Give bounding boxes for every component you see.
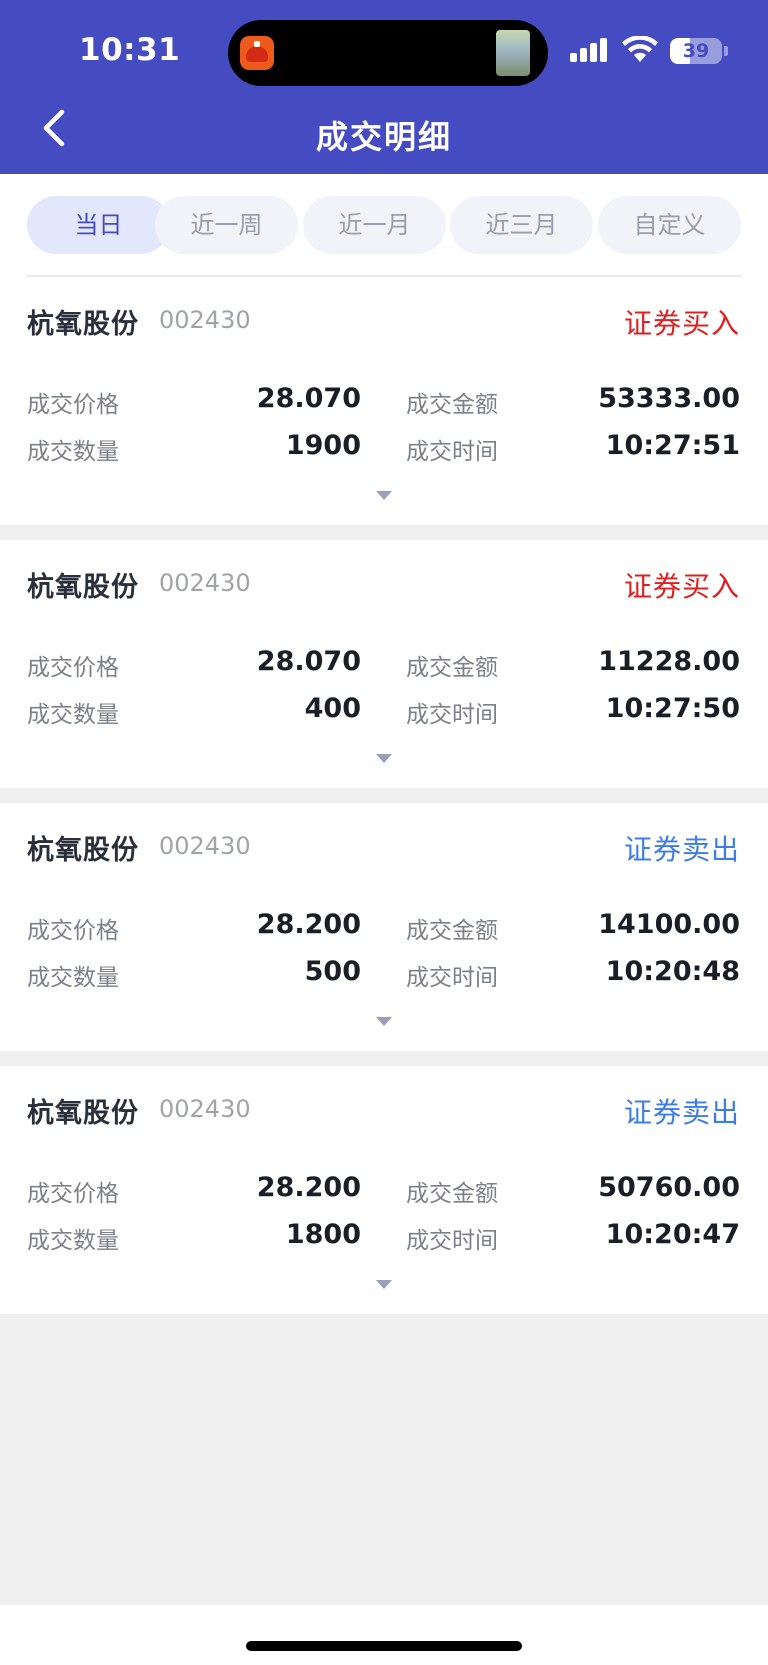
expand-arrow-icon[interactable] <box>376 491 392 500</box>
price-value: 28.200 <box>256 909 361 940</box>
time-label: 成交时间 <box>406 1228 498 1254</box>
price-label: 成交价格 <box>27 1181 119 1207</box>
expand-arrow-icon[interactable] <box>376 754 392 763</box>
time-label: 成交时间 <box>406 965 498 991</box>
home-indicator[interactable] <box>246 1641 522 1651</box>
trade-list: 杭氧股份 002430 证券买入 成交价格 28.070 成交数量 1900 成… <box>0 277 768 1329</box>
quantity-label: 成交数量 <box>27 1228 119 1254</box>
quantity-value: 1800 <box>285 1219 361 1250</box>
stock-name: 杭氧股份 <box>27 572 139 603</box>
quantity-label: 成交数量 <box>27 702 119 728</box>
dynamic-island <box>228 20 548 86</box>
tab-month[interactable]: 近一月 <box>303 196 446 254</box>
amount-label: 成交金额 <box>406 1181 498 1207</box>
price-value: 28.070 <box>256 646 361 677</box>
amount-value: 50760.00 <box>598 1172 740 1203</box>
stock-code: 002430 <box>159 306 251 334</box>
price-value: 28.070 <box>256 383 361 414</box>
app-header: 10:31 39 成交明细 <box>0 0 768 174</box>
expand-arrow-icon[interactable] <box>376 1280 392 1289</box>
trade-card[interactable]: 杭氧股份 002430 证券卖出 成交价格 28.200 成交数量 500 成交… <box>0 803 768 1051</box>
price-label: 成交价格 <box>27 655 119 681</box>
expand-arrow-icon[interactable] <box>376 1017 392 1026</box>
battery-icon: 39 <box>670 38 722 64</box>
price-label: 成交价格 <box>27 918 119 944</box>
quantity-value: 500 <box>304 956 361 987</box>
time-value: 10:20:47 <box>605 1219 740 1250</box>
wifi-icon <box>622 36 658 62</box>
battery-level: 39 <box>682 40 710 62</box>
battery-tip <box>724 46 728 56</box>
stock-code: 002430 <box>159 569 251 597</box>
quantity-label: 成交数量 <box>27 439 119 465</box>
trade-type: 证券卖出 <box>623 833 740 866</box>
status-time: 10:31 <box>79 32 181 68</box>
time-label: 成交时间 <box>406 702 498 728</box>
trade-card[interactable]: 杭氧股份 002430 证券买入 成交价格 28.070 成交数量 1900 成… <box>0 277 768 525</box>
stock-name: 杭氧股份 <box>27 309 139 340</box>
media-thumbnail[interactable] <box>496 30 530 76</box>
trade-type: 证券买入 <box>623 307 740 340</box>
stock-name: 杭氧股份 <box>27 1098 139 1129</box>
quantity-value: 1900 <box>285 430 361 461</box>
price-label: 成交价格 <box>27 392 119 418</box>
cellular-signal-icon <box>570 38 610 62</box>
page-title: 成交明细 <box>315 118 452 156</box>
tomato-shape <box>246 46 268 62</box>
amount-value: 11228.00 <box>598 646 740 677</box>
app-icon[interactable] <box>240 36 274 70</box>
tab-week[interactable]: 近一周 <box>155 196 298 254</box>
stock-name: 杭氧股份 <box>27 835 139 866</box>
amount-label: 成交金额 <box>406 655 498 681</box>
bottom-bar <box>0 1605 768 1665</box>
time-value: 10:27:50 <box>605 693 740 724</box>
period-tabs: 当日 近一周 近一月 近三月 自定义 <box>0 174 768 277</box>
trade-type: 证券卖出 <box>623 1096 740 1129</box>
time-label: 成交时间 <box>406 439 498 465</box>
tab-custom[interactable]: 自定义 <box>598 196 741 254</box>
quantity-value: 400 <box>304 693 361 724</box>
stock-code: 002430 <box>159 1095 251 1123</box>
leaf-shape <box>254 41 260 47</box>
price-value: 28.200 <box>256 1172 361 1203</box>
trade-card[interactable]: 杭氧股份 002430 证券买入 成交价格 28.070 成交数量 400 成交… <box>0 540 768 788</box>
amount-label: 成交金额 <box>406 918 498 944</box>
amount-value: 14100.00 <box>598 909 740 940</box>
trade-card[interactable]: 杭氧股份 002430 证券卖出 成交价格 28.200 成交数量 1800 成… <box>0 1066 768 1314</box>
time-value: 10:20:48 <box>605 956 740 987</box>
stock-code: 002430 <box>159 832 251 860</box>
trade-type: 证券买入 <box>623 570 740 603</box>
tab-today[interactable]: 当日 <box>27 196 170 254</box>
tab-three-months[interactable]: 近三月 <box>450 196 593 254</box>
amount-label: 成交金额 <box>406 392 498 418</box>
quantity-label: 成交数量 <box>27 965 119 991</box>
amount-value: 53333.00 <box>598 383 740 414</box>
time-value: 10:27:51 <box>605 430 740 461</box>
